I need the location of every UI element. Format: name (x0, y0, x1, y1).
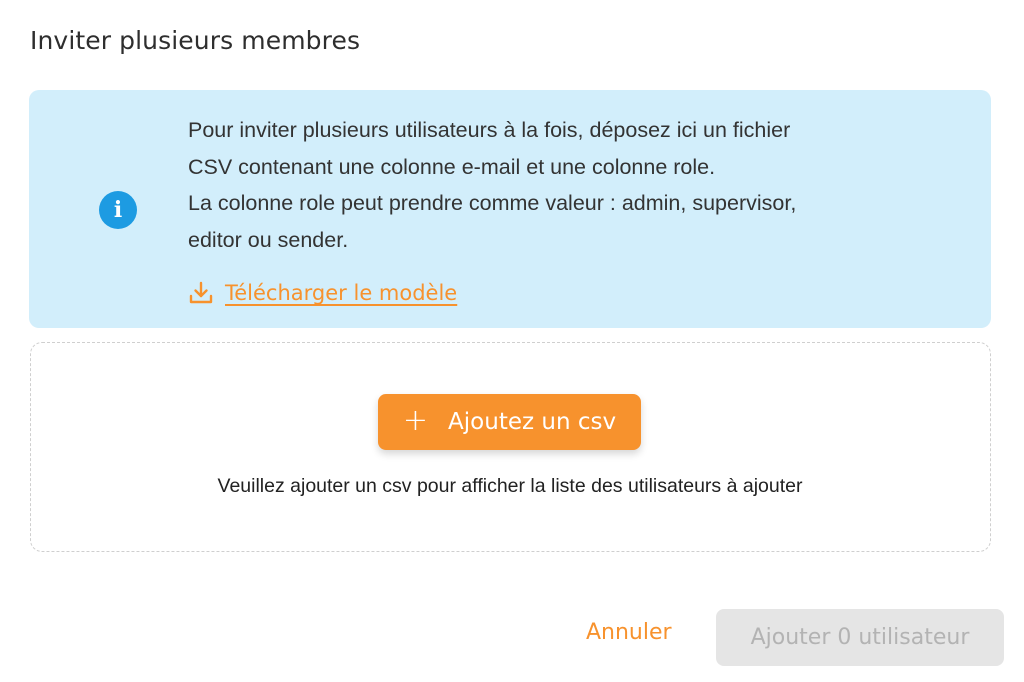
invite-members-dialog: Inviter plusieurs membres i Pour inviter… (0, 0, 1024, 682)
download-template-label: Télécharger le modèle (225, 281, 458, 305)
add-users-button[interactable]: Ajouter 0 utilisateur (716, 609, 1004, 666)
info-line: La colonne role peut prendre comme valeu… (188, 191, 797, 215)
download-template-link[interactable]: Télécharger le modèle (187, 279, 457, 307)
plus-icon: + (402, 403, 429, 438)
download-icon (187, 279, 215, 307)
info-line: Pour inviter plusieurs utilisateurs à la… (188, 118, 791, 142)
cancel-button[interactable]: Annuler (586, 620, 672, 645)
info-line: editor ou sender. (188, 227, 349, 252)
info-line: CSV contenant une colonne e-mail et une … (188, 154, 716, 179)
add-csv-button[interactable]: + Ajoutez un csv (378, 394, 641, 450)
dialog-title: Inviter plusieurs membres (30, 26, 361, 55)
add-csv-label: Ajoutez un csv (448, 409, 617, 435)
info-icon: i (99, 191, 137, 229)
dropzone-hint: Veuillez ajouter un csv pour afficher la… (217, 475, 803, 497)
info-text: Pour inviter plusieurs utilisateurs à la… (188, 112, 958, 258)
